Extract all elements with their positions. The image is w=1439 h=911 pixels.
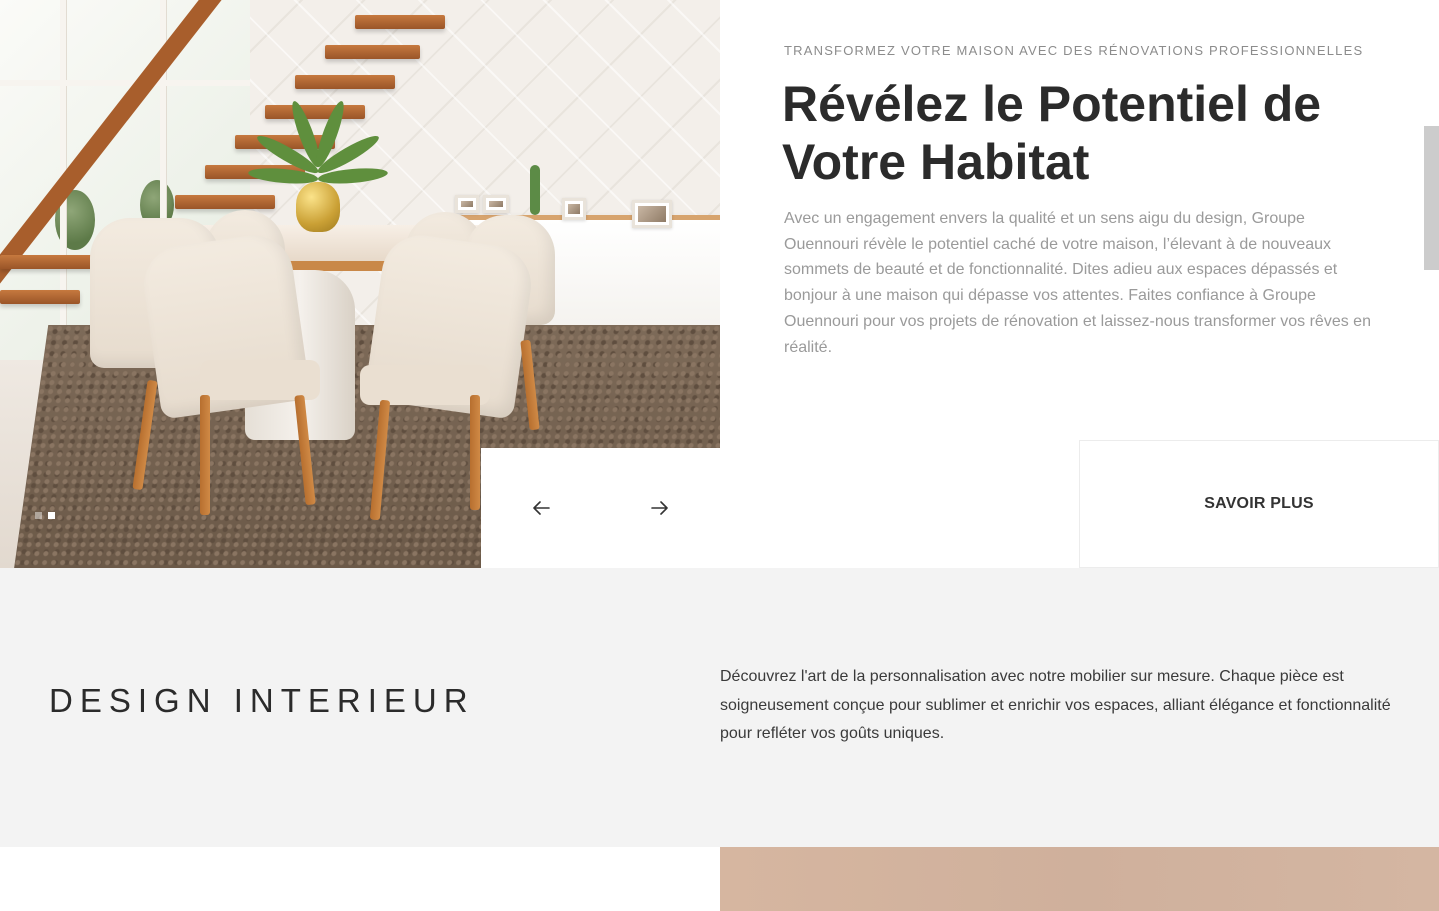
design-section: DESIGN INTERIEUR Découvrez l'art de la p… bbox=[0, 568, 1439, 847]
scrollbar-thumb[interactable] bbox=[1424, 126, 1439, 270]
design-description: Découvrez l'art de la personnalisation a… bbox=[720, 668, 1391, 743]
savoir-plus-button[interactable]: SAVOIR PLUS bbox=[1079, 440, 1439, 568]
slider-controls bbox=[481, 448, 1079, 568]
arrow-right-icon bbox=[651, 501, 668, 515]
hero-description: Avec un engagement envers la qualité et … bbox=[784, 210, 1371, 356]
plant-vase bbox=[296, 182, 340, 232]
slider-dot[interactable] bbox=[35, 512, 42, 519]
hero-eyebrow: TRANSFORMEZ VOTRE MAISON AVEC DES RÉNOVA… bbox=[784, 43, 1364, 58]
slider-dot[interactable] bbox=[48, 512, 55, 519]
design-title: DESIGN INTERIEUR bbox=[49, 682, 475, 719]
page: TRANSFORMEZ VOTRE MAISON AVEC DES RÉNOVA… bbox=[0, 0, 1439, 911]
hero-title: Révélez le Potentiel de Votre Habitat bbox=[782, 75, 1402, 191]
savoir-plus-label: SAVOIR PLUS bbox=[1204, 495, 1314, 512]
hero-title-line1: Révélez le Potentiel de bbox=[782, 76, 1322, 132]
arrow-left-icon bbox=[533, 501, 550, 515]
prev-slide-button[interactable] bbox=[521, 488, 561, 528]
next-slide-button[interactable] bbox=[640, 488, 680, 528]
furniture-image bbox=[720, 847, 1439, 911]
slider-dots bbox=[35, 512, 55, 519]
hero-title-line2: Votre Habitat bbox=[782, 134, 1090, 190]
